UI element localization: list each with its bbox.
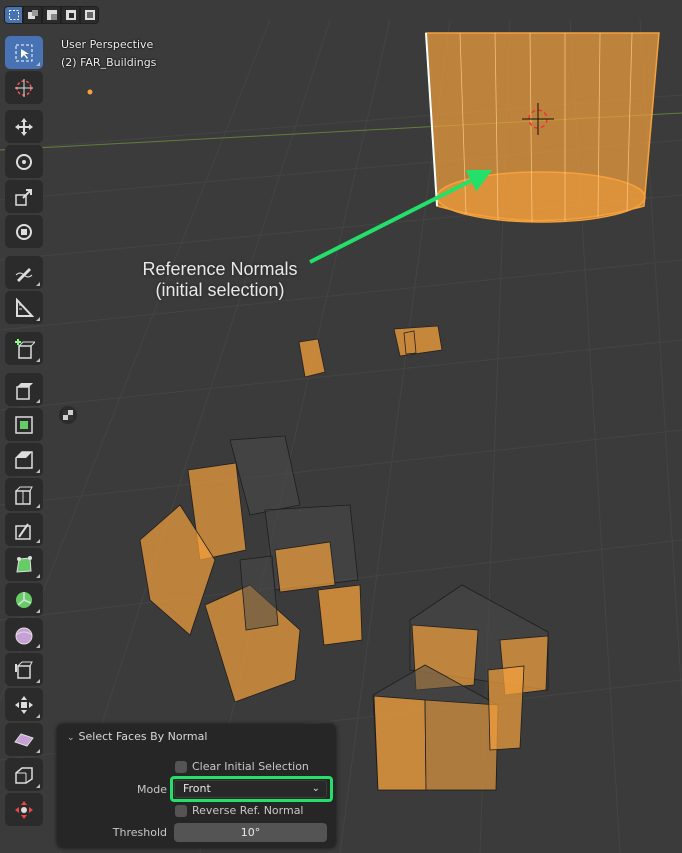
small-building-b: [393, 325, 443, 357]
annotation-arrow: [309, 169, 493, 264]
shrink-fatten-tool-button[interactable]: [5, 688, 43, 721]
chevron-down-icon[interactable]: ⌄: [67, 733, 75, 743]
rip-icon: [15, 766, 33, 784]
bevel-icon: [15, 450, 33, 469]
threshold-field[interactable]: 10°: [174, 823, 327, 842]
threshold-value: 10°: [240, 826, 261, 839]
clear-initial-selection-label: Clear Initial Selection: [192, 760, 309, 773]
loop-cut-tool-button[interactable]: [5, 478, 43, 511]
building-cluster-right: [372, 584, 549, 791]
panel-title: Select Faces By Normal: [78, 730, 208, 743]
measure-icon: [16, 297, 34, 317]
move-icon: [15, 117, 33, 136]
reverse-ref-normal-label: Reverse Ref. Normal: [192, 804, 304, 817]
inset-icon: [15, 415, 33, 434]
operator-panel: ⌄ Select Faces By Normal Clear Initial Se…: [57, 724, 336, 848]
edge-slide-icon: [15, 661, 33, 679]
inset-tool-button[interactable]: [5, 408, 43, 441]
smooth-tool-button[interactable]: [5, 618, 43, 651]
transform-tool-button[interactable]: [5, 215, 43, 248]
select-tool-button[interactable]: [5, 36, 43, 69]
select-invert-icon[interactable]: [80, 6, 99, 24]
smooth-icon: [15, 627, 33, 644]
poly-build-tool-button[interactable]: [5, 548, 43, 581]
panel-header[interactable]: ⌄ Select Faces By Normal: [67, 730, 207, 743]
annotation-line-1: Reference Normals: [142, 259, 298, 279]
reverse-ref-normal-checkbox[interactable]: [175, 804, 187, 817]
clear-initial-selection-checkbox[interactable]: [175, 760, 187, 773]
shear-tool-button[interactable]: [5, 723, 43, 756]
select-subtract-icon[interactable]: [61, 6, 80, 24]
annotation-line-2: (initial selection): [155, 280, 285, 300]
transform-gizmo-icon: [15, 800, 33, 819]
cursor-icon: [15, 78, 33, 97]
select-extend-icon[interactable]: [42, 6, 61, 24]
view-name-label: User Perspective: [61, 38, 154, 51]
select-mode-buttons: [4, 6, 99, 24]
select-box-icon: [15, 44, 33, 61]
mode-label: Mode: [137, 783, 167, 796]
measure-tool-button[interactable]: [5, 291, 43, 324]
transform-icon: [16, 223, 32, 240]
rip-tool-button[interactable]: [5, 758, 43, 791]
scale-tool-button[interactable]: [5, 180, 43, 213]
select-new-icon[interactable]: [23, 6, 42, 24]
building-cluster-left: [139, 435, 363, 703]
select-box-icon[interactable]: [4, 6, 23, 24]
annotate-icon: [15, 267, 33, 282]
poly-build-icon: [16, 555, 32, 573]
bevel-tool-button[interactable]: [5, 443, 43, 476]
move-tool-button[interactable]: [5, 110, 43, 143]
annotate-tool-button[interactable]: [5, 256, 43, 289]
reverse-ref-normal-row[interactable]: Reverse Ref. Normal: [175, 804, 304, 817]
scale-icon: [15, 188, 32, 206]
reference-normals-annotation: Reference Normals (initial selection): [120, 259, 320, 301]
reference-cylinder: [425, 32, 660, 223]
add-cube-icon: [15, 338, 35, 359]
collection-label: (2) FAR_Buildings: [61, 56, 157, 69]
knife-icon: [15, 522, 31, 540]
loop-cut-icon: [15, 486, 33, 505]
rotate-icon: [16, 153, 32, 170]
small-building-a: [298, 338, 326, 378]
shrink-fatten-icon: [15, 695, 33, 714]
rotate-tool-button[interactable]: [5, 145, 43, 178]
mode-highlight-box: [170, 776, 333, 802]
edge-slide-tool-button[interactable]: [5, 653, 43, 686]
threshold-label: Threshold: [112, 826, 167, 839]
knife-tool-button[interactable]: [5, 513, 43, 546]
spin-icon: [16, 591, 32, 608]
navigation-gizmo-button[interactable]: [5, 793, 43, 826]
checker-icon: [59, 406, 77, 424]
spin-tool-button[interactable]: [5, 583, 43, 616]
add-cube-tool-button[interactable]: [5, 332, 43, 365]
cursor-tool-button[interactable]: [5, 71, 43, 104]
extrude-icon: [16, 382, 33, 400]
clear-initial-selection-row[interactable]: Clear Initial Selection: [175, 760, 309, 773]
shear-icon: [14, 732, 34, 747]
extrude-tool-button[interactable]: [5, 373, 43, 406]
origin-dot: [87, 89, 93, 95]
